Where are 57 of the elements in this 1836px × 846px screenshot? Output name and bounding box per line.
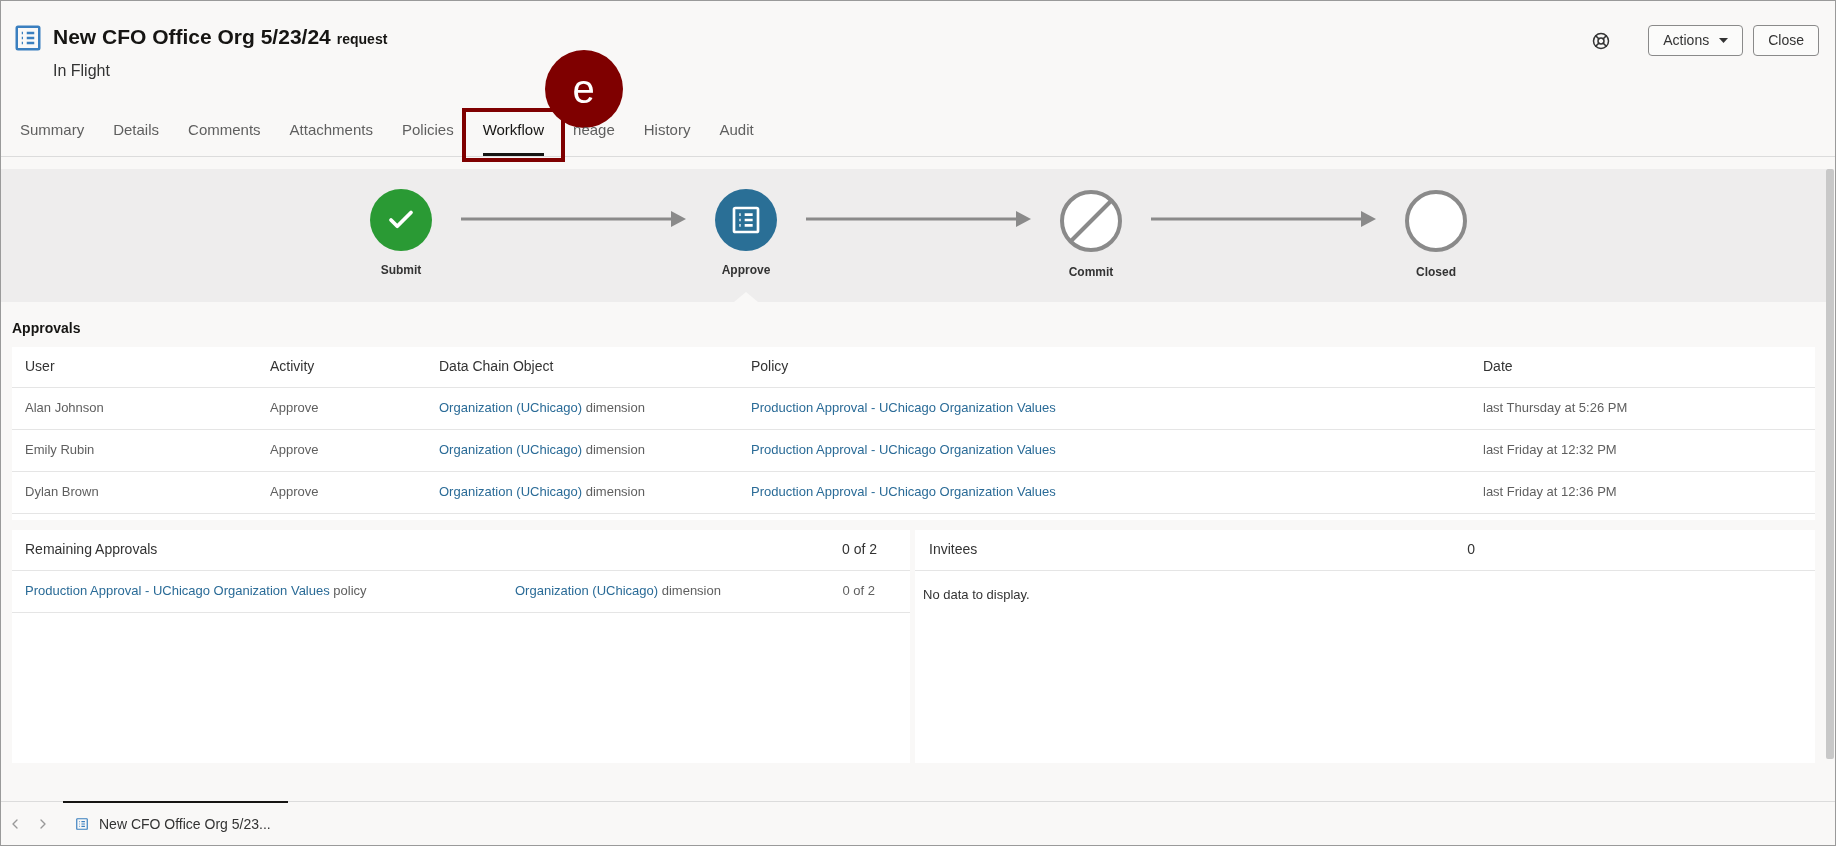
table-cell-text: Alan Johnson bbox=[25, 399, 105, 418]
close-button[interactable]: Close bbox=[1753, 25, 1819, 56]
section-title: Approvals bbox=[12, 318, 82, 338]
column-header: Date bbox=[1483, 357, 1514, 376]
tab[interactable]: Summary bbox=[20, 116, 85, 156]
empty-message: No data to display. bbox=[923, 586, 1030, 602]
tab[interactable]: Details bbox=[113, 116, 160, 156]
caret-icon bbox=[1719, 38, 1729, 43]
link[interactable]: Organization (UChicago) bbox=[439, 400, 583, 416]
count-text: 0 bbox=[1467, 540, 1476, 559]
link[interactable]: Production Approval - UChicago Organization Values bbox=[751, 482, 1483, 502]
request-icon bbox=[75, 817, 89, 831]
column-header: Policy bbox=[751, 357, 790, 376]
status-text: In Flight bbox=[53, 60, 111, 81]
panel-title: Remaining Approvals bbox=[25, 540, 158, 559]
page-title: New CFO Office Org 5/23/24 bbox=[53, 24, 331, 50]
title-suffix: request bbox=[336, 30, 388, 49]
cell-text: policy bbox=[333, 583, 367, 599]
column-header: User bbox=[25, 357, 56, 376]
table-cell-text: Approve bbox=[270, 441, 320, 460]
tab[interactable]: Workflow bbox=[482, 116, 545, 156]
table-cell-text: Emily Rubin bbox=[25, 441, 96, 460]
step-label: Approve bbox=[721, 261, 771, 279]
link[interactable]: Organization (UChicago) bbox=[439, 484, 583, 500]
help-icon[interactable] bbox=[1592, 31, 1611, 50]
tab[interactable]: Attachments bbox=[289, 116, 373, 156]
step-label: Closed bbox=[1416, 263, 1456, 281]
cell-text: dimension bbox=[661, 583, 721, 599]
link[interactable]: Organization (UChicago) bbox=[515, 583, 659, 599]
tab[interactable]: Comments bbox=[188, 116, 261, 156]
actions-menu-button[interactable]: Actions bbox=[1648, 25, 1744, 56]
table-cell-text: last Friday at 12:36 PM bbox=[1483, 483, 1618, 502]
column-header: Data Chain Object bbox=[439, 357, 555, 376]
cell-text: dimension bbox=[585, 484, 645, 500]
tab[interactable]: Policies bbox=[401, 116, 454, 156]
table-cell-text: Approve bbox=[270, 399, 320, 418]
table-cell-text: Approve bbox=[270, 483, 320, 502]
cell-text: dimension bbox=[585, 442, 645, 458]
open-tab[interactable]: New CFO Office Org 5/23... bbox=[63, 801, 288, 845]
step-label: Submit bbox=[380, 261, 422, 279]
table-cell-text: last Thursday at 5:26 PM bbox=[1483, 399, 1629, 418]
link[interactable]: Production Approval - UChicago Organization Values bbox=[751, 440, 1483, 460]
column-header: Activity bbox=[270, 357, 316, 376]
table-cell-text: 0 of 2 bbox=[842, 582, 875, 601]
step-label: Commit bbox=[1068, 263, 1114, 281]
link[interactable]: Organization (UChicago) bbox=[439, 442, 583, 458]
link[interactable]: Production Approval - UChicago Organization Values bbox=[751, 398, 1483, 418]
count-text: 0 of 2 bbox=[841, 540, 877, 559]
tab[interactable]: Audit bbox=[719, 116, 754, 156]
panel-title: Invitees bbox=[929, 540, 978, 559]
table-cell-text: last Friday at 12:32 PM bbox=[1483, 441, 1618, 460]
table-cell-text: Dylan Brown bbox=[25, 483, 100, 502]
request-icon bbox=[13, 23, 43, 53]
tab[interactable]: History bbox=[643, 116, 691, 156]
link[interactable]: Production Approval - UChicago Organization Values bbox=[25, 583, 330, 599]
cell-text: dimension bbox=[585, 400, 645, 416]
callout-badge: e bbox=[544, 49, 623, 128]
